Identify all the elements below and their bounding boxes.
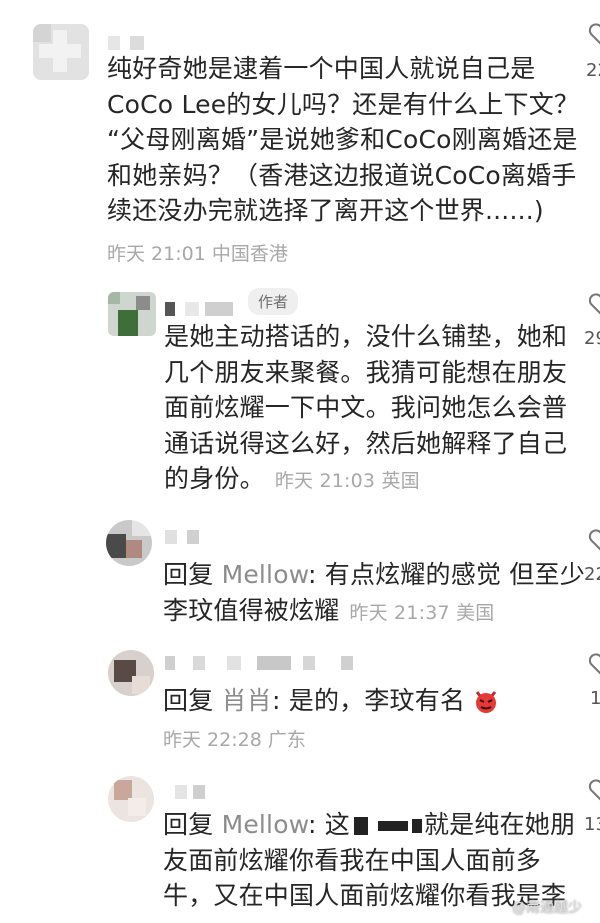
censored-text (411, 819, 422, 833)
avatar[interactable] (106, 520, 152, 566)
censored-text (377, 821, 408, 831)
heart-outline-icon[interactable] (588, 528, 600, 552)
comment-text: 是她主动搭话的，没什么铺垫，她和 几个朋友来聚餐。我猜可能想在朋友 面前炫耀一下… (164, 322, 568, 493)
watermark: @南通越少 (512, 900, 582, 916)
username-blurred[interactable] (165, 530, 215, 544)
reply-text: 回复 肖肖: 是的，李玟有名 (163, 683, 499, 719)
username-blurred[interactable] (108, 36, 168, 50)
reply-to-user[interactable]: Mellow (222, 560, 308, 589)
reply-text: 回复 Mellow: 有点炫耀的感觉 但至少 李玟值得被炫耀 昨天 21:37 美… (163, 560, 585, 625)
username-blurred[interactable] (165, 656, 355, 670)
username-blurred[interactable] (175, 785, 245, 799)
author-badge: 作者 (248, 288, 299, 315)
avatar[interactable] (108, 776, 154, 822)
devil-emoji-icon (476, 691, 497, 713)
reply-to-user[interactable]: 肖肖 (222, 686, 272, 715)
like-count: 13 (584, 814, 600, 835)
censored-text (353, 817, 368, 835)
like-count: 22 (586, 60, 600, 81)
reply-to-user[interactable]: Mellow (222, 810, 308, 839)
heart-outline-icon[interactable] (588, 778, 600, 802)
like-count: 1 (590, 688, 600, 709)
comment-meta: 昨天 22:28 广东 (163, 729, 306, 751)
comment-meta: 昨天 21:01 中国香港 (107, 243, 288, 265)
comment-meta: 昨天 21:03 英国 (274, 470, 420, 492)
like-count: 29 (584, 328, 600, 349)
comment-meta: 昨天 21:37 美国 (349, 601, 495, 624)
heart-outline-icon[interactable] (588, 22, 600, 46)
username-blurred[interactable] (165, 302, 237, 316)
heart-outline-icon[interactable] (588, 292, 600, 316)
comment-text: 纯好奇她是逮着一个中国人就说自己是 CoCo Lee的女儿吗？还是有什么上下文？… (107, 54, 580, 225)
avatar[interactable] (108, 292, 156, 336)
avatar[interactable] (33, 24, 89, 80)
heart-outline-icon[interactable] (588, 652, 600, 676)
like-count: 22 (584, 564, 600, 585)
avatar[interactable] (108, 650, 154, 696)
